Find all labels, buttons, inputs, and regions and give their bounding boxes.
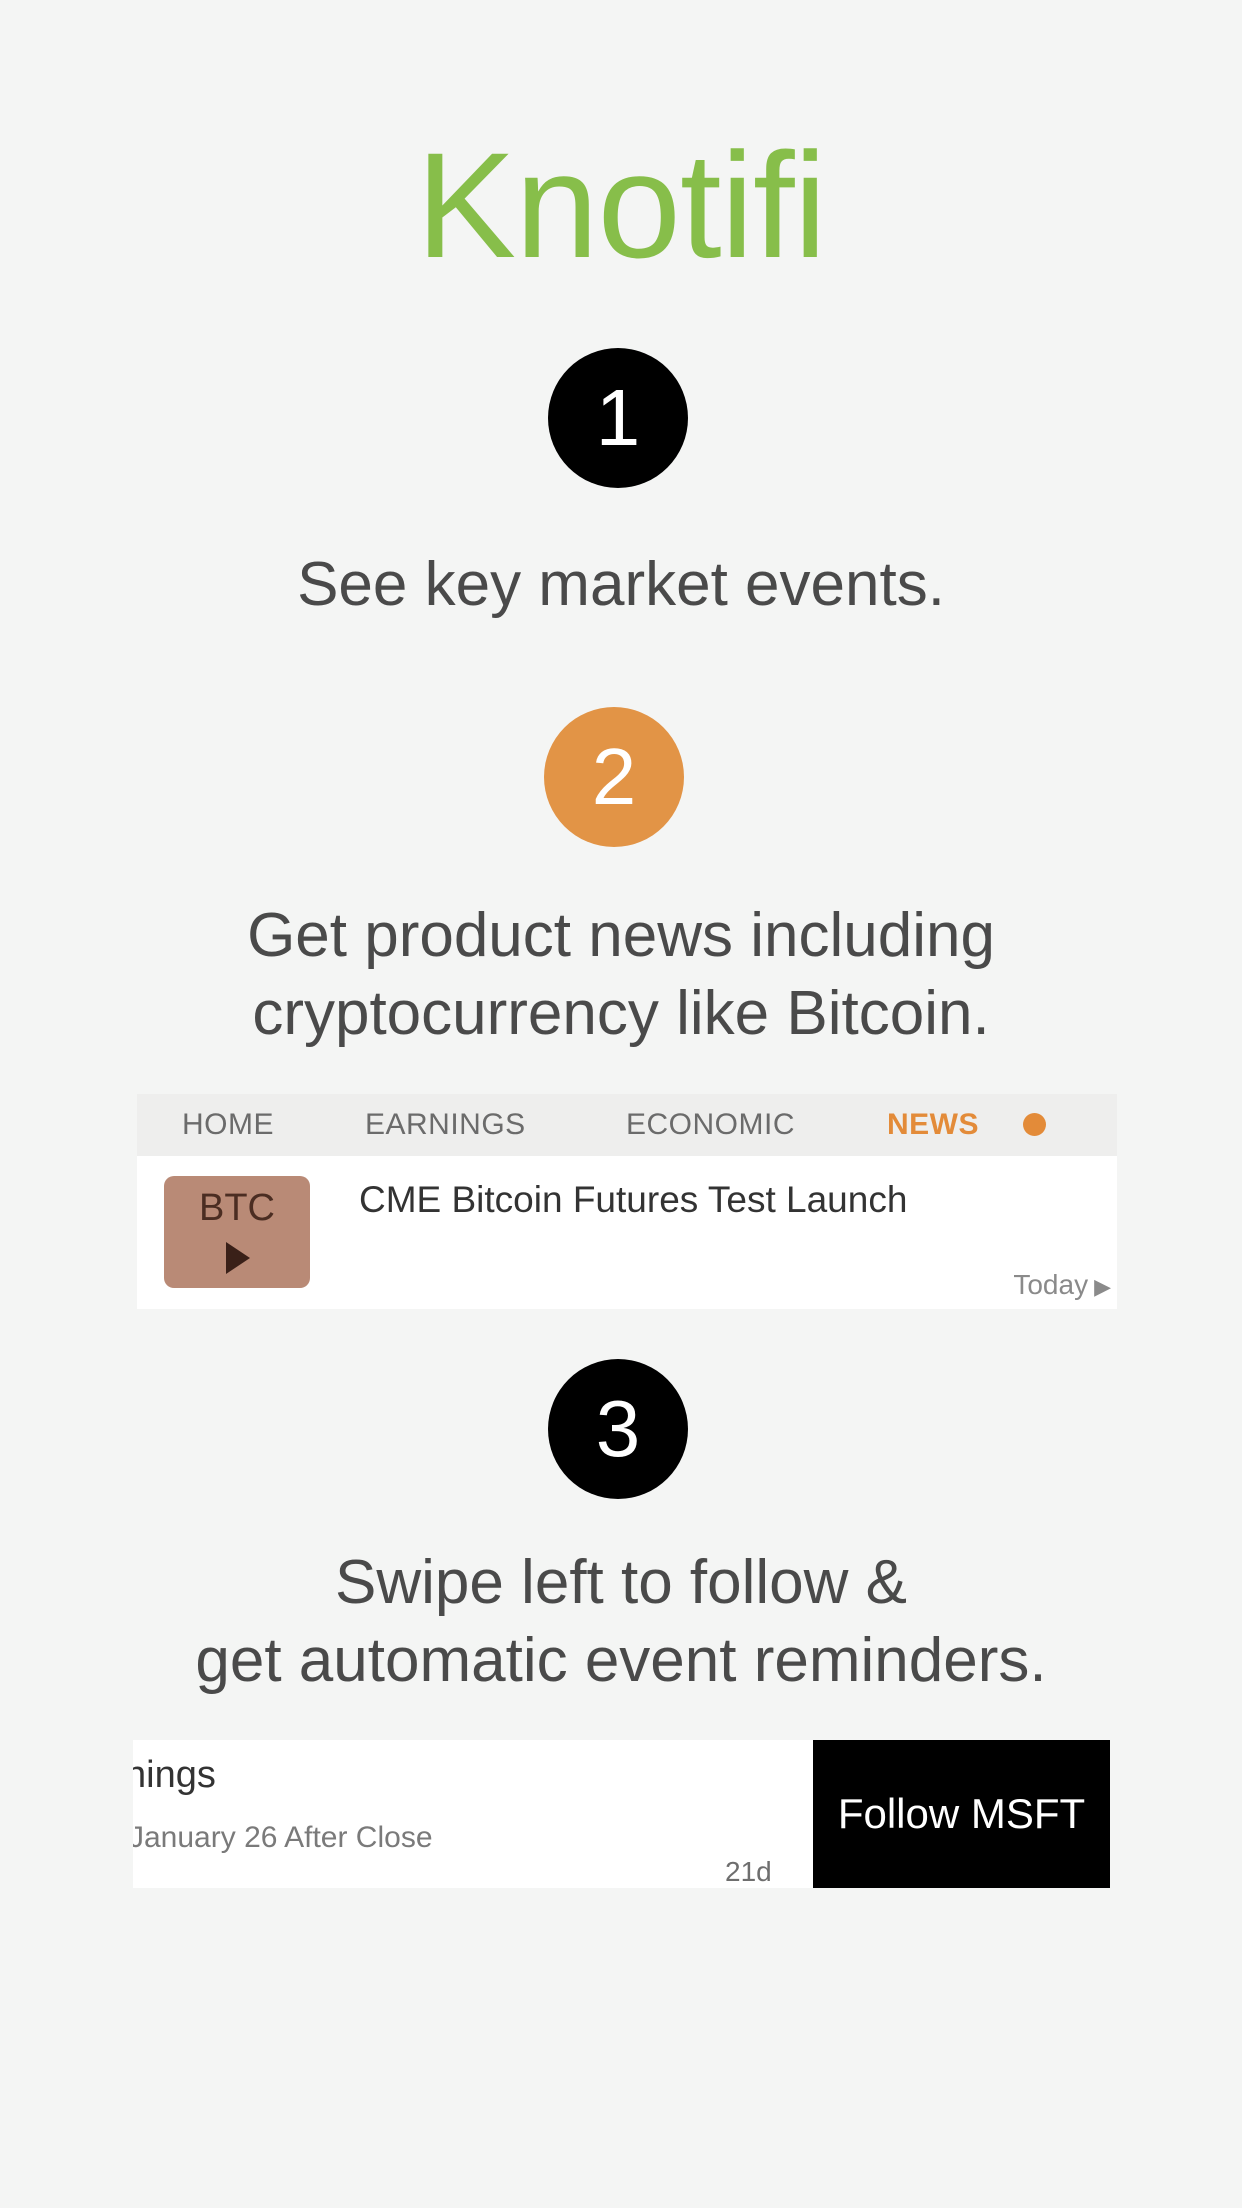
news-time: Today ▶ <box>1013 1268 1111 1304</box>
event-days-remaining: 21d <box>725 1856 772 1887</box>
news-list-item[interactable]: BTC CME Bitcoin Futures Test Launch Toda… <box>137 1156 1117 1309</box>
step-1-caption-line-1: See key market events. <box>297 550 945 619</box>
event-date: January 26 After Close <box>133 1821 433 1854</box>
event-title: nings <box>133 1754 216 1796</box>
app-title: Knotifi <box>416 121 827 289</box>
step-2-caption-line-2: cryptocurrency like Bitcoin. <box>252 979 990 1048</box>
step-3-caption-line-1: Swipe left to follow & <box>334 1548 908 1617</box>
news-indicator-dot <box>1023 1113 1046 1136</box>
step-2-caption: Get product news including cryptocurrenc… <box>0 897 1242 1053</box>
chevron-right-icon: ▶ <box>1094 1274 1111 1299</box>
step-2-badge: 2 <box>544 707 684 847</box>
step-1-caption: See key market events. <box>0 546 1242 624</box>
step-1-badge: 1 <box>548 348 688 488</box>
tab-earnings[interactable]: EARNINGS <box>365 1094 526 1156</box>
swipe-demo-card: nings January 26 After Close 21d Follow … <box>133 1740 1110 1888</box>
follow-msft-button[interactable]: Follow MSFT <box>813 1740 1110 1888</box>
play-icon <box>226 1242 250 1274</box>
ticker-label: BTC <box>199 1187 275 1229</box>
news-preview-card: HOME EARNINGS ECONOMIC NEWS BTC CME Bitc… <box>137 1094 1117 1309</box>
news-headline: CME Bitcoin Futures Test Launch <box>359 1179 908 1220</box>
ticker-badge[interactable]: BTC <box>164 1176 310 1288</box>
news-tab-bar: HOME EARNINGS ECONOMIC NEWS <box>137 1094 1117 1156</box>
tab-economic[interactable]: ECONOMIC <box>626 1094 795 1156</box>
step-3-caption: Swipe left to follow & get automatic eve… <box>0 1544 1242 1700</box>
news-time-label: Today <box>1013 1269 1089 1300</box>
event-list-item[interactable]: nings January 26 After Close 21d <box>133 1740 813 1888</box>
tab-home[interactable]: HOME <box>182 1094 274 1156</box>
tab-news[interactable]: NEWS <box>887 1094 979 1156</box>
step-2-caption-line-1: Get product news including <box>247 901 995 970</box>
step-3-badge: 3 <box>548 1359 688 1499</box>
step-3-caption-line-2: get automatic event reminders. <box>195 1626 1047 1695</box>
